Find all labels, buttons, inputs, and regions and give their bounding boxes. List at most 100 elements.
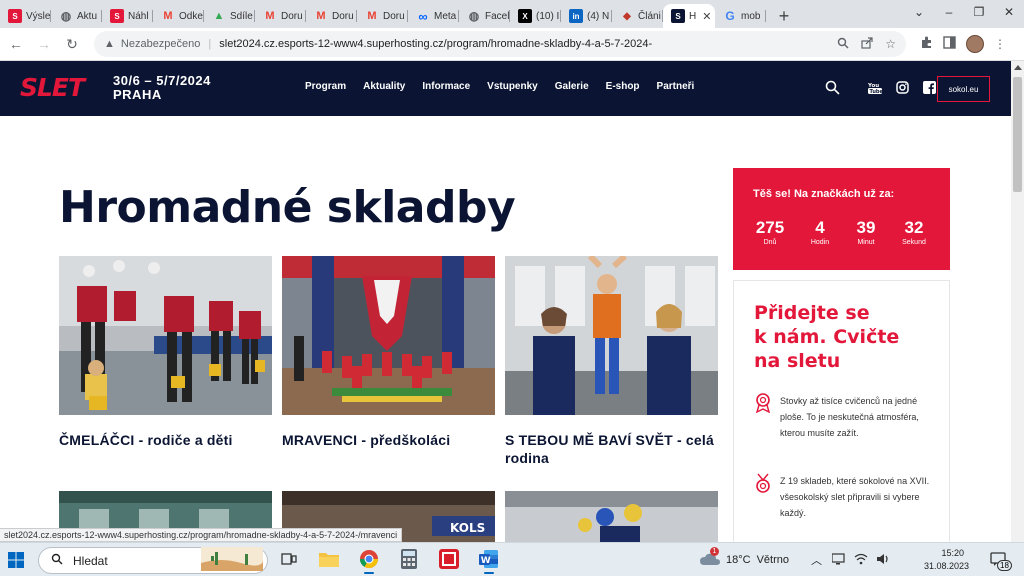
instagram-icon[interactable] — [896, 81, 909, 94]
favicon-icon: ∞ — [418, 8, 428, 24]
browser-tab[interactable]: S Náhl — [102, 4, 153, 28]
search-icon[interactable] — [825, 80, 840, 95]
calculator-icon[interactable] — [396, 546, 422, 572]
nav-item-e-shop[interactable]: E-shop — [606, 81, 640, 92]
new-tab-button[interactable]: + — [772, 4, 796, 28]
tab-label: Výsle — [26, 10, 51, 22]
card-mravenci[interactable]: MRAVENCI - předškoláci — [282, 256, 495, 449]
task-view-icon[interactable] — [276, 546, 302, 572]
url-text[interactable]: slet2024.cz.esports-12-www4.superhosting… — [219, 38, 652, 50]
card-title[interactable]: ČMELÁČCI - rodiče a děti — [59, 431, 272, 449]
nav-item-informace[interactable]: Informace — [422, 81, 470, 92]
sokol-eu-button[interactable]: sokol.eu — [937, 76, 990, 102]
card-title[interactable]: MRAVENCI - předškoláci — [282, 431, 495, 449]
card-photo[interactable] — [505, 491, 718, 542]
warning-icon[interactable]: ▲ — [104, 38, 115, 50]
favicon-icon: G — [725, 9, 735, 23]
chrome-icon[interactable] — [356, 546, 382, 574]
notification-count-badge: 18 — [997, 560, 1012, 571]
link-status-bar: slet2024.cz.esports-12-www4.superhosting… — [0, 528, 403, 542]
profile-avatar[interactable] — [966, 35, 984, 53]
browser-tab[interactable]: in (4) N — [561, 4, 612, 28]
extensions-icon[interactable] — [920, 36, 933, 52]
side-panel-icon[interactable] — [943, 36, 956, 52]
close-window-icon[interactable]: ✕ — [994, 0, 1024, 24]
minimize-icon[interactable]: – — [934, 0, 964, 24]
join-heading: Přidejte se k nám. Cvičte na sletu — [754, 301, 899, 373]
countdown-label: Dnů — [763, 239, 777, 246]
browser-tab[interactable]: ◆ Článi — [612, 4, 663, 28]
wifi-icon[interactable] — [854, 553, 868, 568]
scroll-up-arrow-icon[interactable] — [1014, 65, 1022, 70]
restore-icon[interactable]: ❐ — [964, 0, 994, 24]
taskbar-clock[interactable]: 15:20 31.08.2023 — [924, 547, 969, 573]
browser-tab[interactable]: M Doru — [357, 4, 408, 28]
weather-text[interactable]: Větrno — [757, 554, 789, 566]
weather-temp[interactable]: 18°C — [726, 554, 751, 566]
nav-item-vstupenky[interactable]: Vstupenky — [487, 81, 538, 92]
card-row2-3[interactable] — [505, 491, 718, 542]
address-bar[interactable]: ▲ Nezabezpečeno | slet2024.cz.esports-12… — [94, 31, 906, 57]
browser-tab[interactable]: M Odke — [153, 4, 204, 28]
chevron-up-icon[interactable]: ︿ — [811, 552, 822, 568]
nav-item-partneri[interactable]: Partneři — [657, 81, 695, 92]
speaker-icon[interactable] — [876, 553, 890, 568]
tab-label: Sdíle — [230, 10, 253, 22]
facebook-icon[interactable] — [923, 81, 936, 94]
join-item-text: Stovky až tisíce cvičenců na jedné ploše… — [780, 396, 919, 438]
browser-tab[interactable]: X (10) I — [510, 4, 561, 28]
card-s-tebou[interactable]: S TEBOU MĚ BAVÍ SVĚT - celá rodina — [505, 256, 718, 467]
card-photo[interactable] — [505, 256, 718, 415]
nav-item-aktuality[interactable]: Aktuality — [363, 81, 405, 92]
bookmark-star-icon[interactable]: ☆ — [885, 37, 896, 51]
browser-tab[interactable]: ▲ Sdíle — [204, 4, 255, 28]
browser-tab[interactable]: ◍ Aktu — [51, 4, 102, 28]
nav-item-program[interactable]: Program — [305, 81, 346, 92]
page-title: Hromadné skladby — [59, 182, 516, 233]
windows-taskbar: Hledat W 1 18°C Větrno ︿ 15:20 31.08.202… — [0, 542, 1024, 576]
windows-start-icon[interactable] — [8, 552, 24, 573]
browser-tab[interactable]: M Doru — [255, 4, 306, 28]
file-explorer-icon[interactable] — [316, 546, 342, 572]
favicon-icon: M — [316, 10, 326, 22]
browser-tab[interactable]: Gmob — [715, 4, 766, 28]
card-photo[interactable] — [282, 256, 495, 415]
tab-label: (10) I — [536, 10, 560, 22]
nav-item-galerie[interactable]: Galerie — [555, 81, 589, 92]
security-label[interactable]: Nezabezpečeno — [121, 38, 201, 50]
favicon-icon: M — [163, 10, 173, 22]
close-tab-icon[interactable]: ✕ — [702, 10, 711, 23]
menu-icon[interactable]: ⋮ — [994, 37, 1006, 51]
favicon-icon: ◍ — [468, 9, 480, 23]
card-photo[interactable] — [59, 256, 272, 415]
browser-tab[interactable]: ∞ Meta — [408, 4, 459, 28]
taskbar-search[interactable]: Hledat — [38, 547, 268, 574]
tab-search-icon[interactable]: ⌄ — [904, 0, 934, 24]
forward-icon[interactable]: → — [32, 32, 56, 56]
zoom-icon[interactable] — [837, 37, 849, 52]
browser-tab[interactable]: ◍ Facel — [459, 4, 510, 28]
weather-icon[interactable]: 1 — [700, 546, 720, 570]
join-heading-line: k nám. Cvičte — [754, 326, 900, 348]
slet-logo[interactable]: SLET — [20, 73, 85, 102]
countdown-seconds: 32 Sekund — [894, 218, 934, 246]
browser-tab[interactable]: S Výsle — [0, 4, 51, 28]
join-item: Stovky až tisíce cvičenců na jedné ploše… — [754, 393, 934, 441]
network-icon[interactable] — [831, 552, 846, 568]
back-icon[interactable]: ← — [4, 32, 28, 56]
scrollbar-thumb[interactable] — [1013, 77, 1022, 192]
page-scrollbar[interactable] — [1011, 61, 1024, 542]
favicon-icon: X — [518, 9, 532, 23]
tab-label: Meta — [434, 10, 457, 22]
card-title[interactable]: S TEBOU MĚ BAVÍ SVĚT - celá rodina — [505, 431, 718, 467]
reload-icon[interactable]: ↻ — [60, 32, 84, 56]
card-cmelacci[interactable]: ČMELÁČCI - rodiče a děti — [59, 256, 272, 449]
youtube-icon[interactable]: You Tube — [868, 81, 882, 95]
browser-tab[interactable]: M Doru — [306, 4, 357, 28]
share-icon[interactable] — [861, 36, 873, 52]
medal-icon — [754, 473, 772, 500]
snipping-tool-icon[interactable] — [436, 546, 462, 572]
desert-illustration-icon — [201, 547, 263, 574]
word-icon[interactable]: W — [476, 546, 502, 574]
browser-tab[interactable]: S H ✕ — [663, 4, 715, 28]
